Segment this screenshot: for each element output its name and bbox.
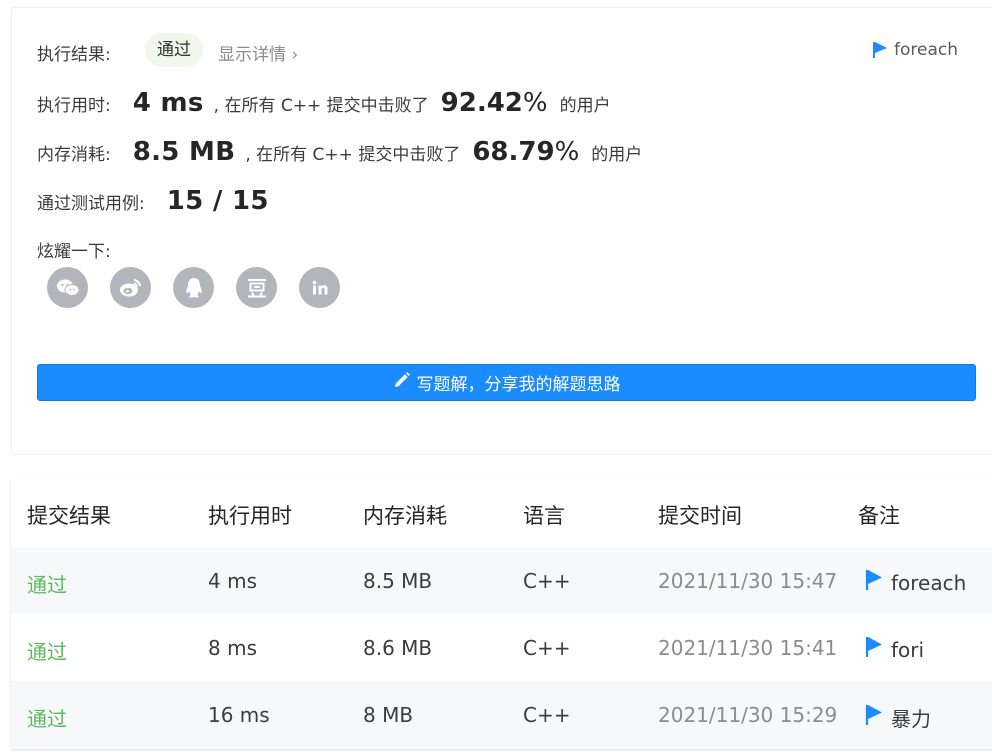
memory-value: 8.5 MB <box>132 137 236 167</box>
runtime-percent-sign: % <box>522 88 548 118</box>
flag-icon <box>872 41 888 59</box>
table-row[interactable]: 通过 16 ms 8 MB C++ 2021/11/30 15:29 暴力 <box>11 681 992 748</box>
runtime-suffix: 的用户 <box>559 96 611 116</box>
header-language: 语言 <box>523 504 565 528</box>
row-status[interactable]: 通过 <box>27 703 67 732</box>
row-runtime: 4 ms <box>208 569 257 593</box>
row-note-text: 暴力 <box>891 707 931 731</box>
qq-icon[interactable] <box>173 267 214 308</box>
flag-icon <box>865 704 883 731</box>
status-badge: 通过 <box>145 33 203 67</box>
memory-percent: 68.79 <box>472 137 555 167</box>
row-submit-time: 2021/11/30 15:47 <box>658 569 838 593</box>
weibo-icon[interactable] <box>110 267 151 308</box>
douban-icon[interactable] <box>236 267 277 308</box>
memory-line: 内存消耗: 8.5 MB , 在所有 C++ 提交中击败了 68.79 % 的用… <box>37 137 642 167</box>
header-runtime: 执行用时 <box>208 504 292 528</box>
row-status[interactable]: 通过 <box>27 569 67 598</box>
memory-prefix: , 在所有 C++ 提交中击败了 <box>245 145 461 165</box>
row-note-text: foreach <box>891 570 967 595</box>
row-submit-time: 2021/11/30 15:29 <box>658 703 838 727</box>
header-status: 提交结果 <box>27 504 111 528</box>
runtime-line: 执行用时: 4 ms , 在所有 C++ 提交中击败了 92.42 % 的用户 <box>37 88 611 118</box>
testcases-line: 通过测试用例: 15 / 15 <box>37 186 269 216</box>
row-memory: 8.6 MB <box>363 636 433 660</box>
header-note: 备注 <box>858 504 900 528</box>
result-label: 执行结果: <box>37 45 111 65</box>
header-submit-time: 提交时间 <box>658 504 742 528</box>
header-memory: 内存消耗 <box>363 504 447 528</box>
memory-label: 内存消耗: <box>37 145 111 165</box>
show-details-link[interactable]: 显示详情 › <box>218 40 298 65</box>
show-details-text[interactable]: 显示详情 <box>218 45 286 65</box>
runtime-prefix: , 在所有 C++ 提交中击败了 <box>213 96 429 116</box>
write-solution-button[interactable]: 写题解，分享我的解题思路 <box>37 364 976 401</box>
row-note[interactable]: 暴力 <box>865 703 931 732</box>
pencil-icon <box>393 371 411 394</box>
flag-icon <box>865 569 883 596</box>
runtime-label: 执行用时: <box>37 96 111 116</box>
testcases-value: 15 / 15 <box>166 186 269 216</box>
table-row[interactable]: 通过 8 ms 8.6 MB C++ 2021/11/30 15:41 fori <box>11 614 992 681</box>
note-text: foreach <box>894 40 958 60</box>
memory-percent-sign: % <box>554 137 580 167</box>
testcases-label: 通过测试用例: <box>37 194 145 214</box>
row-language: C++ <box>523 569 571 593</box>
memory-suffix: 的用户 <box>591 145 643 165</box>
share-buttons <box>47 267 340 308</box>
table-header: 提交结果 执行用时 内存消耗 语言 提交时间 备注 <box>11 479 992 547</box>
submission-history-table: 提交结果 执行用时 内存消耗 语言 提交时间 备注 通过 4 ms 8.5 MB… <box>11 479 992 749</box>
row-memory: 8.5 MB <box>363 569 433 593</box>
chevron-right-icon[interactable]: › <box>291 45 298 65</box>
runtime-value: 4 ms <box>132 88 204 118</box>
runtime-percent: 92.42 <box>440 88 523 118</box>
row-memory: 8 MB <box>363 703 414 727</box>
row-runtime: 16 ms <box>208 703 270 727</box>
note-tag[interactable]: foreach <box>872 40 958 60</box>
row-language: C++ <box>523 636 571 660</box>
row-note-text: fori <box>891 637 925 662</box>
row-submit-time: 2021/11/30 15:41 <box>658 636 838 660</box>
table-row[interactable]: 通过 4 ms 8.5 MB C++ 2021/11/30 15:47 fore… <box>11 547 992 614</box>
share-label: 炫耀一下: <box>37 242 111 262</box>
wechat-icon[interactable] <box>47 267 88 308</box>
row-language: C++ <box>523 703 571 727</box>
linkedin-icon[interactable] <box>299 267 340 308</box>
row-runtime: 8 ms <box>208 636 257 660</box>
write-solution-label[interactable]: 写题解，分享我的解题思路 <box>417 370 621 395</box>
row-note[interactable]: foreach <box>865 569 966 596</box>
submission-result-card: 执行结果: 通过 显示详情 › foreach 执行用时: 4 ms , 在所有… <box>11 7 992 455</box>
row-status[interactable]: 通过 <box>27 636 67 665</box>
row-note[interactable]: fori <box>865 636 924 663</box>
flag-icon <box>865 636 883 663</box>
